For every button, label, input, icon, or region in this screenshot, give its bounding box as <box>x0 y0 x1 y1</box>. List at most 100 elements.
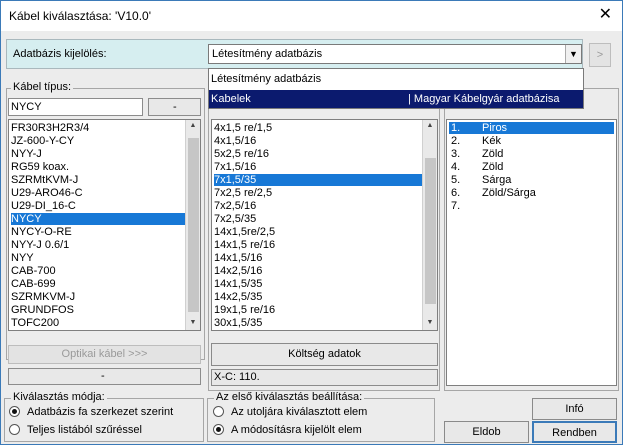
wire-color-name: Zöld <box>482 148 504 160</box>
wire-color-item[interactable]: 2. Kék <box>449 135 614 147</box>
database-next-button[interactable]: > <box>589 43 611 67</box>
database-dropdown: Létesítmény adatbázis Kabelek | Magyar K… <box>208 68 584 109</box>
wire-color-name: Kék <box>482 135 501 147</box>
section-item[interactable]: 14x1,5/35 <box>214 278 422 290</box>
wire-number: 7. <box>451 200 461 212</box>
wire-number: 5. <box>451 174 461 186</box>
xc-status-value: X-C: 110. <box>214 371 260 383</box>
wire-colors-list[interactable]: 1. Piros 2. Kék 3. Zöld 4. Zöld 5. Sárga 6. Zöld/Sá… <box>446 119 617 386</box>
wire-color-name: Sárga <box>482 174 512 186</box>
wire-number: 1. <box>451 122 461 134</box>
wire-color-item[interactable]: 1. Piros <box>449 122 614 134</box>
first-select-radio-last[interactable] <box>213 406 224 417</box>
section-item[interactable]: 14x2,5/35 <box>214 291 422 303</box>
database-combo-value: Létesítmény adatbázis <box>212 48 323 60</box>
select-mode-title: Kiválasztás módja: <box>11 391 107 403</box>
section-item[interactable]: 7x2,5/16 <box>214 200 422 212</box>
section-item[interactable]: 4x1,5 re/1,5 <box>214 122 422 134</box>
section-item[interactable]: 14x1,5re/2,5 <box>214 226 422 238</box>
dropdown-option-extra: | Magyar Kábelgyár adatbázisa <box>408 93 560 105</box>
wire-color-item[interactable]: 6. Zöld/Sárga <box>449 187 614 199</box>
cable-bottom-field: - <box>8 368 201 385</box>
wire-number: 2. <box>451 135 461 147</box>
scroll-thumb[interactable] <box>425 158 436 304</box>
scroll-down-icon[interactable]: ▼ <box>423 317 437 329</box>
wire-color-name: Zöld/Sárga <box>482 187 536 199</box>
section-item[interactable]: 7x1,5/35 <box>214 174 422 186</box>
ok-button[interactable]: Rendben <box>532 421 617 443</box>
section-item[interactable]: 14x1,5/16 <box>214 252 422 264</box>
dropdown-option-letesitmeny[interactable]: Létesítmény adatbázis <box>209 70 583 88</box>
section-item[interactable]: 30x1,5/35 <box>214 317 422 329</box>
scroll-down-icon[interactable]: ▼ <box>186 317 200 329</box>
section-item[interactable]: 4x1,5/16 <box>214 135 422 147</box>
cable-type-item[interactable]: CAB-700 <box>11 265 185 277</box>
section-list-scrollbar[interactable]: ▲ ▼ <box>422 120 437 330</box>
wire-color-item[interactable]: 4. Zöld <box>449 161 614 173</box>
dialog-window: Kábel kiválasztása: 'V10.0' ✕ Adatbázis … <box>0 0 623 445</box>
cable-type-item[interactable]: CAB-699 <box>11 278 185 290</box>
wire-color-item[interactable]: 7. <box>449 200 614 212</box>
section-item[interactable]: 7x2,5/35 <box>214 213 422 225</box>
cable-type-value: NYCY <box>11 101 42 113</box>
cable-type-item[interactable]: U29-DI_16-C <box>11 200 185 212</box>
section-list[interactable]: ▲ ▼ 4x1,5 re/1,5 4x1,5/16 5x2,5 re/16 7x1,5… <box>211 119 438 331</box>
cable-type-list[interactable]: ▲ ▼ FR30R3H2R3/4 JZ-600-Y-CY NYY-J RG59 koa… <box>8 119 201 331</box>
cable-bottom-value: - <box>101 370 105 382</box>
select-mode-radio-filter[interactable] <box>9 424 20 435</box>
select-mode-radio-tree[interactable] <box>9 406 20 417</box>
cable-type-item[interactable]: NYCY <box>11 213 185 225</box>
discard-button[interactable]: Eldob <box>444 421 529 443</box>
cable-type-item[interactable]: NYY <box>11 252 185 264</box>
wire-number: 4. <box>451 161 461 173</box>
chevron-down-icon[interactable]: ▼ <box>565 45 581 63</box>
cable-type-item[interactable]: NYY-J <box>11 148 185 160</box>
cable-type-item[interactable]: JZ-600-Y-CY <box>11 135 185 147</box>
wire-color-name: Piros <box>482 122 508 134</box>
section-item[interactable]: 5x2,5 re/16 <box>214 148 422 160</box>
section-item[interactable]: 19x1,5 re/16 <box>214 304 422 316</box>
database-combo[interactable]: Létesítmény adatbázis ▼ <box>208 44 582 64</box>
scroll-thumb[interactable] <box>188 138 199 312</box>
wire-color-item[interactable]: 3. Zöld <box>449 148 614 160</box>
cable-type-item[interactable]: RG59 koax. <box>11 161 185 173</box>
title-bar: Kábel kiválasztása: 'V10.0' ✕ <box>1 1 622 31</box>
cable-list-scrollbar[interactable]: ▲ ▼ <box>185 120 200 330</box>
cable-code-field: - <box>148 98 201 116</box>
select-mode-label-tree: Adatbázis fa szerkezet szerint <box>27 406 174 418</box>
cost-data-button[interactable]: Költség adatok <box>211 343 438 366</box>
first-select-label-marked: A módosításra kijelölt elem <box>231 424 362 436</box>
cable-type-item[interactable]: SZRMtKVM-J <box>11 174 185 186</box>
close-icon[interactable]: ✕ <box>599 6 612 24</box>
cable-type-title: Kábel típus: <box>11 81 74 93</box>
first-select-radio-marked[interactable] <box>213 424 224 435</box>
section-item[interactable]: 14x1,5 re/16 <box>214 239 422 251</box>
section-item[interactable]: 14x2,5/16 <box>214 265 422 277</box>
cable-type-item[interactable]: TOFC200 <box>11 317 185 329</box>
cable-type-item[interactable]: NYCY-O-RE <box>11 226 185 238</box>
section-item[interactable]: 7x2,5 re/2,5 <box>214 187 422 199</box>
window-title: Kábel kiválasztása: 'V10.0' <box>9 9 151 23</box>
first-select-title: Az első kiválasztás beállítása: <box>214 391 365 403</box>
dropdown-option-label: Kabelek <box>211 93 251 105</box>
cable-type-item[interactable]: SZRMKVM-J <box>11 291 185 303</box>
cable-type-item[interactable]: GRUNDFOS <box>11 304 185 316</box>
wire-number: 6. <box>451 187 461 199</box>
wire-color-name: Zöld <box>482 161 504 173</box>
cable-code-value: - <box>173 101 177 113</box>
optical-cable-button[interactable]: Optikai kábel >>> <box>8 345 201 364</box>
select-mode-label-filter: Teljes listából szűréssel <box>27 424 142 436</box>
scroll-up-icon[interactable]: ▲ <box>186 120 200 132</box>
wire-color-item[interactable]: 5. Sárga <box>449 174 614 186</box>
cable-type-item[interactable]: U29-ARO46-C <box>11 187 185 199</box>
info-button[interactable]: Infó <box>532 398 617 420</box>
wire-number: 3. <box>451 148 461 160</box>
scroll-up-icon[interactable]: ▲ <box>423 120 437 132</box>
cable-type-item[interactable]: FR30R3H2R3/4 <box>11 122 185 134</box>
first-select-label-last: Az utoljára kiválasztott elem <box>231 406 368 418</box>
cable-type-field[interactable]: NYCY <box>8 98 143 116</box>
dropdown-option-label: Létesítmény adatbázis <box>211 73 322 85</box>
cable-type-item[interactable]: NYY-J 0.6/1 <box>11 239 185 251</box>
dropdown-option-kabelek[interactable]: Kabelek | Magyar Kábelgyár adatbázisa <box>209 90 583 108</box>
section-item[interactable]: 7x1,5/16 <box>214 161 422 173</box>
